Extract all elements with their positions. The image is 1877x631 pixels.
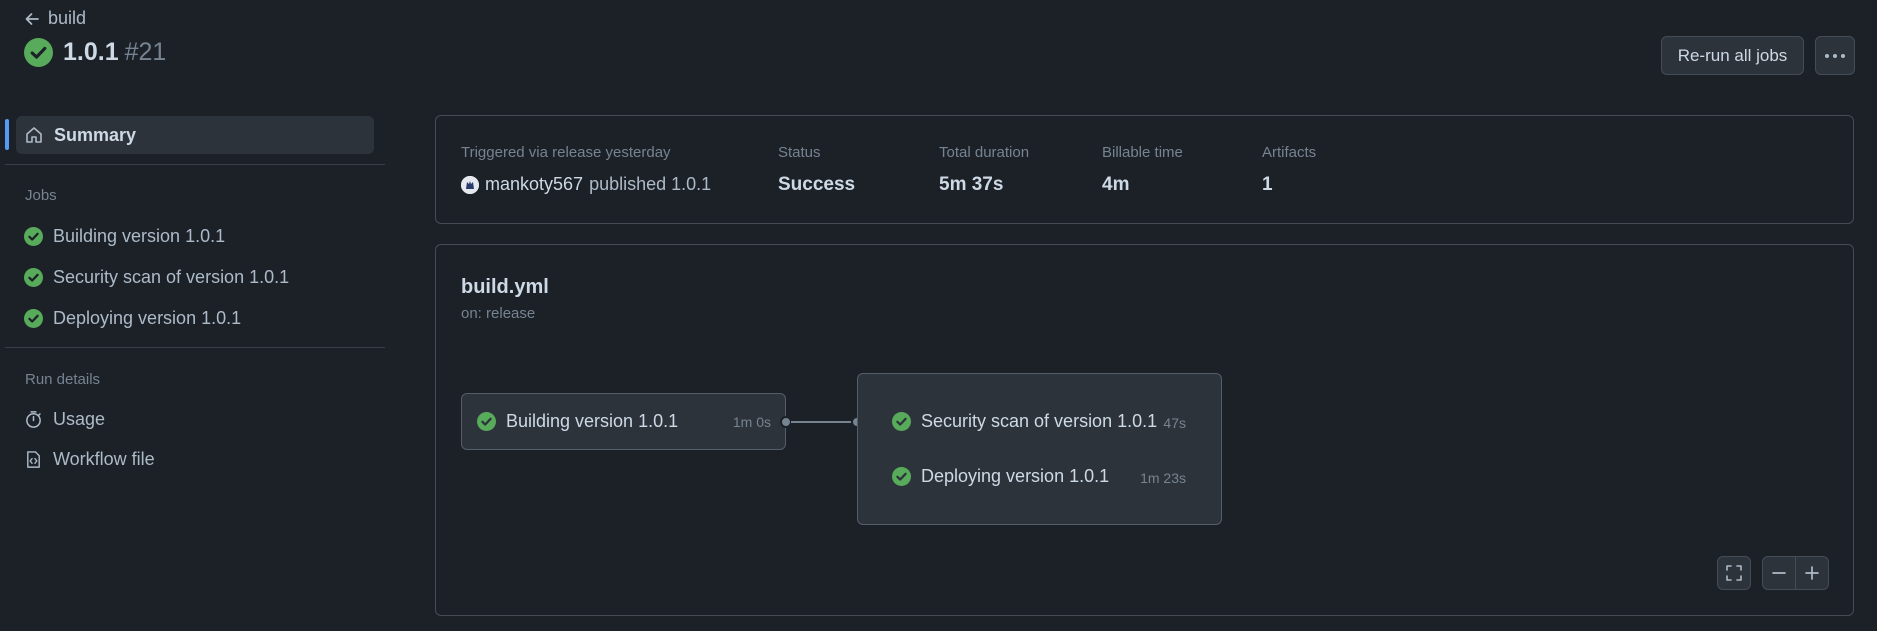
kebab-horizontal-icon <box>1825 53 1845 58</box>
run-details-heading: Run details <box>25 371 101 388</box>
active-indicator <box>5 119 9 150</box>
sidebar-item-summary[interactable]: Summary <box>16 116 374 154</box>
sidebar-divider <box>5 347 385 348</box>
status-label: Status <box>778 144 821 161</box>
job-card-deploying[interactable]: Deploying version 1.0.1 <box>892 466 1109 487</box>
arrow-left-icon <box>25 12 39 25</box>
job-label: Security scan of version 1.0.1 <box>921 411 1158 431</box>
back-link-label: build <box>48 8 87 28</box>
more-options-button[interactable] <box>1815 36 1855 75</box>
job-duration: 47s <box>1163 415 1186 431</box>
jobs-heading: Jobs <box>25 187 57 204</box>
zoom-out-button[interactable] <box>1763 557 1796 589</box>
check-circle-fill-icon <box>892 412 911 431</box>
home-icon <box>26 127 42 143</box>
job-duration: 1m 23s <box>1140 470 1186 486</box>
screen-full-icon <box>1726 565 1742 581</box>
artifacts-value[interactable]: 1 <box>1262 174 1273 196</box>
back-link[interactable]: build <box>24 8 86 29</box>
job-row: Building version 1.0.1 <box>477 411 678 432</box>
sidebar-item-label: Deploying version 1.0.1 <box>53 307 242 328</box>
stopwatch-icon <box>26 410 41 428</box>
sidebar-item-label: Summary <box>54 124 137 145</box>
sidebar-item-label: Building version 1.0.1 <box>53 225 226 246</box>
workflow-graph-panel: build.yml on: release Building version 1… <box>435 244 1854 616</box>
workflow-trigger: on: release <box>461 305 536 322</box>
workflow-file-title[interactable]: build.yml <box>461 276 549 299</box>
file-code-icon <box>27 450 40 468</box>
check-circle-fill-icon <box>24 226 43 246</box>
zoom-in-button[interactable] <box>1796 557 1829 589</box>
check-circle-fill-icon <box>24 38 53 67</box>
connector-line <box>791 421 851 423</box>
job-duration: 1m 0s <box>732 414 771 430</box>
artifacts-label: Artifacts <box>1262 144 1317 161</box>
run-number: #21 <box>124 38 167 66</box>
avatar[interactable] <box>461 175 479 194</box>
rerun-all-jobs-button[interactable]: Re-run all jobs <box>1661 36 1804 75</box>
avatar-image <box>461 175 479 194</box>
check-circle-fill-icon <box>24 308 43 328</box>
trigger-details: mankoty567 published 1.0.1 <box>461 174 711 195</box>
check-circle-fill-icon <box>24 267 43 287</box>
job-card-building[interactable]: Building version 1.0.1 1m 0s <box>461 393 786 450</box>
sidebar-item-label: Workflow file <box>53 448 155 469</box>
billable-label: Billable time <box>1102 144 1183 161</box>
job-card-security-scan[interactable]: Security scan of version 1.0.1 <box>892 411 1157 432</box>
check-circle-fill-icon <box>477 412 496 431</box>
sidebar-item-building-job[interactable]: Building version 1.0.1 <box>24 223 225 249</box>
duration-label: Total duration <box>939 144 1030 161</box>
minus-icon <box>1771 572 1786 574</box>
run-title: 1.0.1 #21 <box>24 38 166 67</box>
billable-value[interactable]: 4m <box>1102 174 1129 196</box>
fullscreen-button[interactable] <box>1717 556 1751 590</box>
run-name: 1.0.1 <box>63 38 119 66</box>
trigger-user-link[interactable]: mankoty567 <box>485 174 583 195</box>
duration-value: 5m 37s <box>939 174 1004 195</box>
job-label: Building version 1.0.1 <box>506 411 679 431</box>
check-circle-fill-icon <box>892 467 911 486</box>
job-group-card: Security scan of version 1.0.1 47s Deplo… <box>857 373 1222 525</box>
job-label: Deploying version 1.0.1 <box>921 466 1110 486</box>
sidebar-item-usage[interactable]: Usage <box>24 406 105 432</box>
trigger-label: Triggered via release yesterday <box>461 144 671 161</box>
plus-icon <box>1804 566 1819 580</box>
sidebar-item-workflow-file[interactable]: Workflow file <box>24 446 155 472</box>
sidebar-item-security-scan-job[interactable]: Security scan of version 1.0.1 <box>24 264 289 290</box>
sidebar-item-label: Usage <box>53 408 106 429</box>
trigger-action: published 1.0.1 <box>589 174 712 194</box>
run-summary-panel: Triggered via release yesterday mankoty5… <box>435 115 1854 224</box>
sidebar-item-deploying-job[interactable]: Deploying version 1.0.1 <box>24 305 241 331</box>
sidebar-divider <box>5 164 385 165</box>
status-value: Success <box>778 174 856 195</box>
zoom-controls <box>1762 556 1829 590</box>
sidebar-item-label: Security scan of version 1.0.1 <box>53 266 290 287</box>
